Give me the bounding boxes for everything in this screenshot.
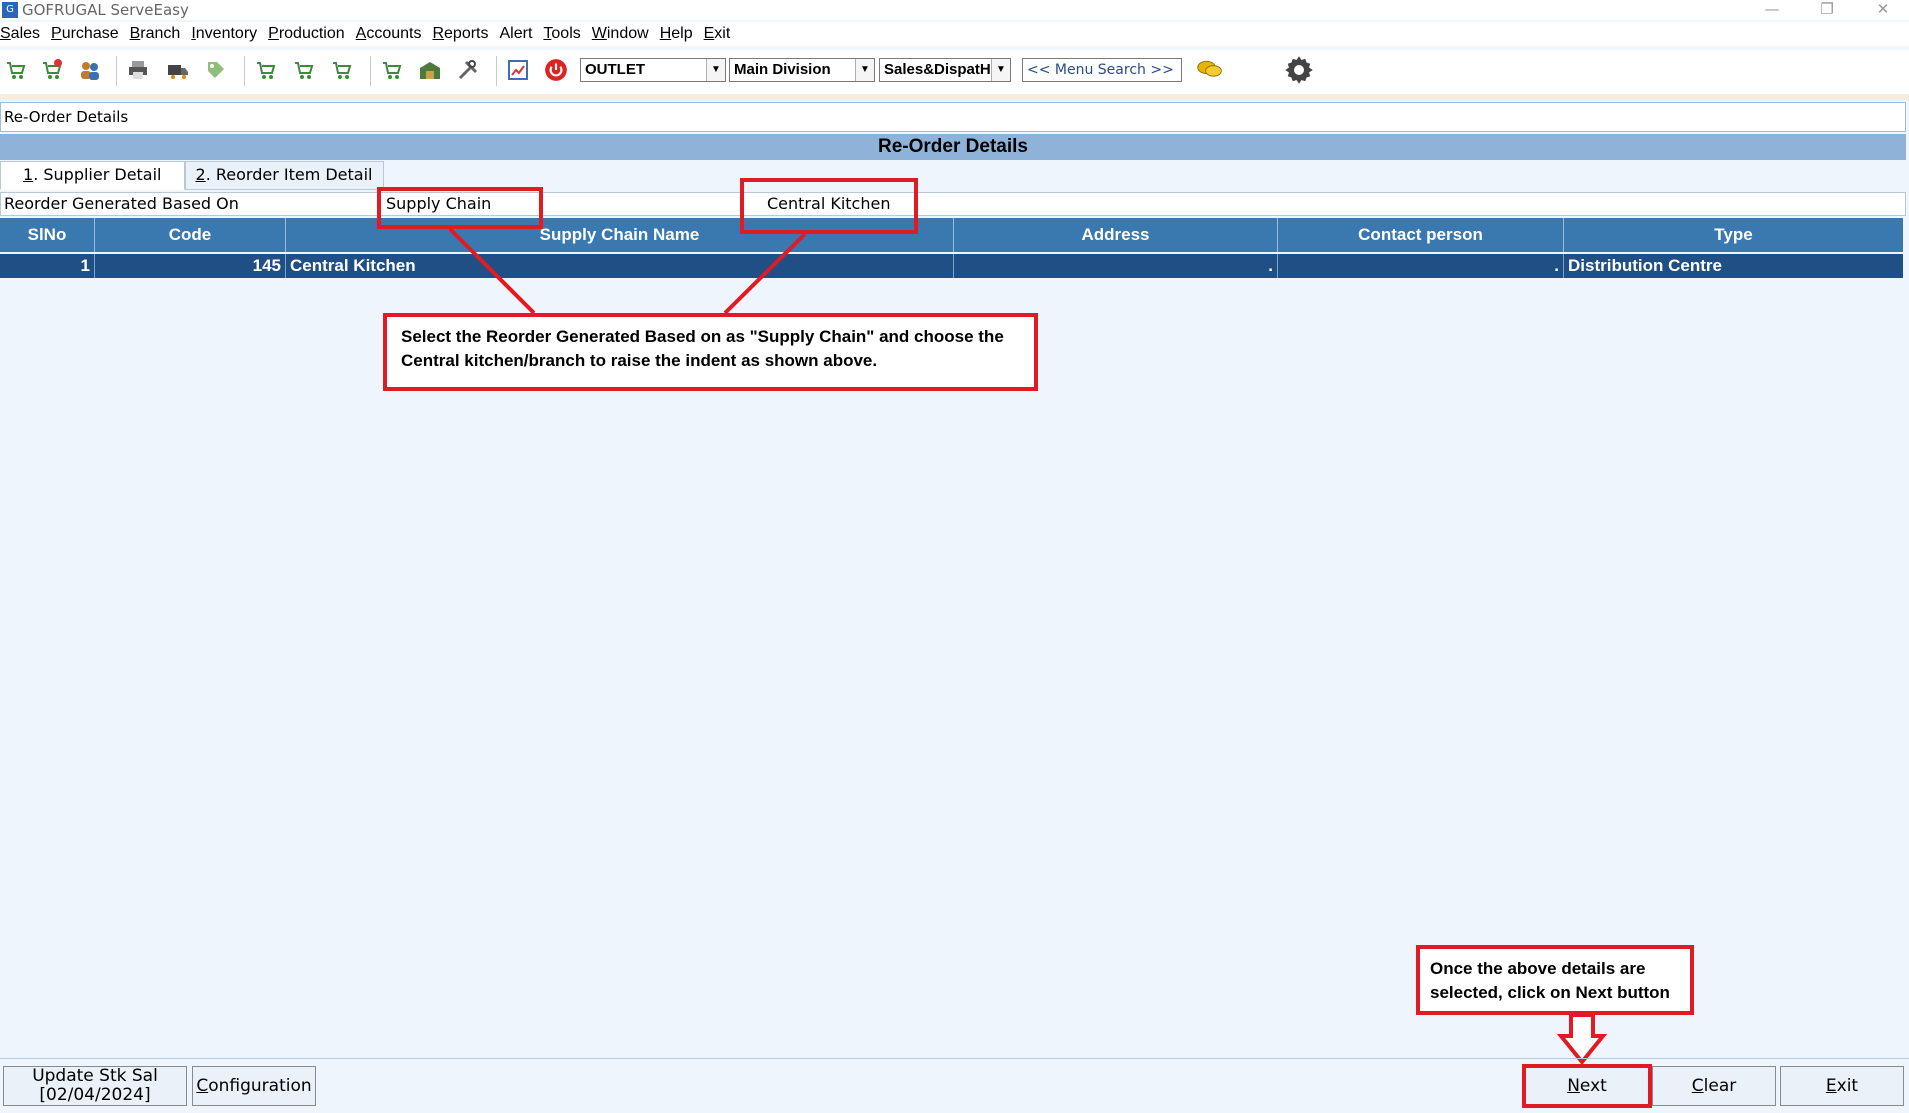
highlight-next-button xyxy=(1522,1064,1652,1108)
cart-return-icon[interactable] xyxy=(328,56,356,84)
update-stk-sal-date: [02/04/2024] xyxy=(39,1085,151,1105)
users-icon[interactable] xyxy=(76,56,104,84)
col-code[interactable]: Code xyxy=(95,218,286,252)
sales-select[interactable]: Sales&DispatHI ▼ xyxy=(879,58,1011,82)
next-instruction-callout: Once the above details are selected, cli… xyxy=(1416,945,1694,1015)
grid-header: SlNo Code Supply Chain Name Address Cont… xyxy=(0,218,1903,252)
chat-icon[interactable] xyxy=(1196,56,1224,84)
tab-reorder-item-detail[interactable]: 2. Reorder Item Detail xyxy=(184,161,384,190)
division-value: Main Division xyxy=(734,61,831,78)
gear-icon[interactable] xyxy=(1283,56,1315,84)
cart-out-icon[interactable] xyxy=(290,56,318,84)
menu-bar: Sales Purchase Branch Inventory Producti… xyxy=(0,22,1909,46)
menu-window[interactable]: Window xyxy=(591,25,649,43)
menu-exit[interactable]: Exit xyxy=(703,25,731,43)
minimize-button[interactable]: — xyxy=(1757,0,1787,20)
sales-value: Sales&DispatHI xyxy=(884,61,995,78)
outlet-value: OUTLET xyxy=(585,61,645,78)
tools-icon[interactable] xyxy=(454,56,482,84)
cart-transfer-icon[interactable] xyxy=(378,56,406,84)
tab-supplier-detail[interactable]: 1. Supplier Detail xyxy=(0,161,185,190)
clear-button[interactable]: Clear xyxy=(1652,1066,1776,1106)
toolbar-divider xyxy=(0,94,1909,100)
cell-code: 145 xyxy=(95,254,286,278)
close-button[interactable]: ✕ xyxy=(1868,0,1898,20)
page-title: Re-Order Details xyxy=(0,134,1906,160)
menu-branch[interactable]: Branch xyxy=(129,25,181,43)
cell-supply-chain-name: Central Kitchen xyxy=(286,254,954,278)
warehouse-icon[interactable] xyxy=(416,56,444,84)
chart-icon[interactable] xyxy=(504,56,532,84)
menu-inventory[interactable]: Inventory xyxy=(190,25,257,43)
instruction-callout: Select the Reorder Generated Based on as… xyxy=(383,313,1038,391)
table-row[interactable]: 1 145 Central Kitchen . . Distribution C… xyxy=(0,254,1903,278)
menu-search-input[interactable]: << Menu Search >> xyxy=(1022,58,1182,82)
menu-production[interactable]: Production xyxy=(267,25,345,43)
menu-help[interactable]: Help xyxy=(659,25,693,43)
col-type[interactable]: Type xyxy=(1564,218,1903,252)
cart-icon[interactable] xyxy=(2,56,30,84)
filter-row: Reorder Generated Based On Supply Chain … xyxy=(0,192,1906,216)
cell-type: Distribution Centre xyxy=(1568,256,1722,275)
tab-bar: 1. Supplier Detail 2. Reorder Item Detai… xyxy=(0,161,384,190)
power-icon[interactable] xyxy=(542,56,570,84)
window-title: GOFRUGAL ServeEasy xyxy=(22,1,189,19)
configuration-button[interactable]: Configuration xyxy=(192,1066,316,1106)
update-stk-sal-label: Update Stk Sal xyxy=(32,1066,158,1086)
reorder-based-on-label: Reorder Generated Based On xyxy=(4,194,239,213)
menu-reports[interactable]: Reports xyxy=(431,25,488,43)
col-slno[interactable]: SlNo xyxy=(0,218,95,252)
exit-button[interactable]: Exit xyxy=(1780,1066,1904,1106)
col-contact-person[interactable]: Contact person xyxy=(1278,218,1564,252)
cell-address: . xyxy=(954,254,1278,278)
col-address[interactable]: Address xyxy=(954,218,1278,252)
arrow-down-icon xyxy=(1556,1013,1608,1066)
menu-sales[interactable]: Sales xyxy=(0,25,40,43)
outlet-select[interactable]: OUTLET ▼ xyxy=(580,58,726,82)
cell-contact-person: . xyxy=(1278,254,1564,278)
cart-add-icon[interactable] xyxy=(38,56,66,84)
highlight-supply-chain xyxy=(740,178,918,234)
restore-button[interactable]: ❐ xyxy=(1812,0,1842,20)
highlight-based-on xyxy=(377,187,543,229)
chevron-down-icon: ▼ xyxy=(991,59,1010,81)
cell-slno: 1 xyxy=(0,254,95,278)
truck-icon[interactable] xyxy=(164,56,192,84)
menu-purchase[interactable]: Purchase xyxy=(50,25,119,43)
update-stk-sal-button[interactable]: Update Stk Sal [02/04/2024] xyxy=(3,1066,187,1106)
bottom-divider xyxy=(0,1058,1909,1059)
chevron-down-icon: ▼ xyxy=(855,59,874,81)
division-select[interactable]: Main Division ▼ xyxy=(729,58,875,82)
toolbar: OUTLET ▼ Main Division ▼ Sales&DispatHI … xyxy=(0,50,1909,94)
printer-icon[interactable] xyxy=(124,56,152,84)
window-caption: Re-Order Details xyxy=(0,102,1906,132)
tag-icon[interactable] xyxy=(202,56,230,84)
menu-alert[interactable]: Alert xyxy=(499,25,533,43)
title-bar: G GOFRUGAL ServeEasy — ❐ ✕ xyxy=(0,0,1909,20)
cart-in-icon[interactable] xyxy=(252,56,280,84)
app-icon: G xyxy=(2,2,18,18)
menu-tools[interactable]: Tools xyxy=(542,25,580,43)
chevron-down-icon: ▼ xyxy=(706,59,725,81)
menu-accounts[interactable]: Accounts xyxy=(355,25,422,43)
